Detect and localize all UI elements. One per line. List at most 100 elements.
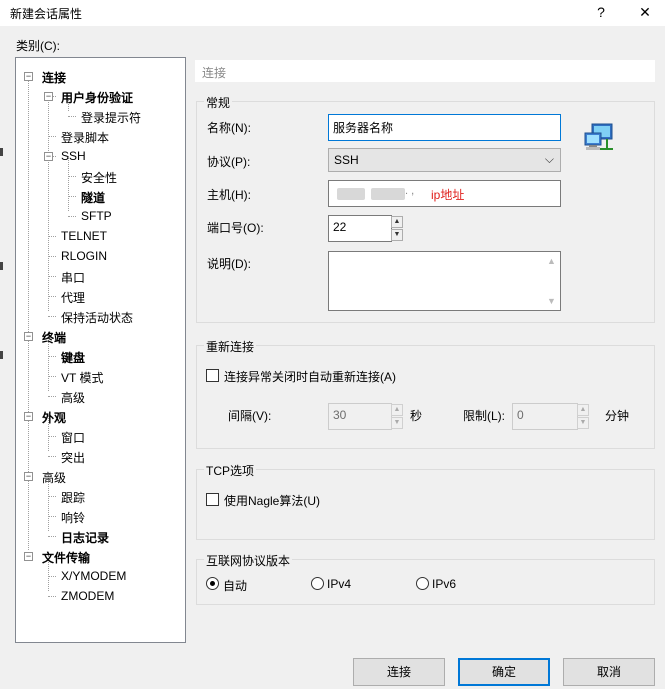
- tree-item[interactable]: 终端: [42, 329, 66, 346]
- description-input[interactable]: ▲ ▼: [328, 251, 561, 311]
- tree-item[interactable]: 高级: [61, 389, 85, 406]
- tree-item[interactable]: 保持活动状态: [61, 309, 133, 326]
- tcp-group-title: TCP选项: [204, 462, 257, 479]
- tree-item[interactable]: 串口: [61, 269, 85, 286]
- tree-collapse-icon[interactable]: −: [24, 332, 33, 341]
- interval-input[interactable]: 30: [328, 403, 392, 430]
- nagle-label[interactable]: 使用Nagle算法(U): [224, 492, 320, 509]
- category-tree[interactable]: − 连接 − 用户身份验证 登录提示符 登录脚本 − SSH 安全性 隧道 SFTP TELNET RL…: [15, 57, 186, 643]
- host-input[interactable]: . , ip地址: [328, 180, 561, 207]
- tree-item[interactable]: 突出: [61, 449, 85, 466]
- close-button[interactable]: ✕: [633, 2, 657, 22]
- tree-collapse-icon[interactable]: −: [24, 412, 33, 421]
- auto-reconnect-checkbox[interactable]: [206, 369, 219, 382]
- protocol-select[interactable]: SSH ⌵: [328, 148, 561, 172]
- tree-item[interactable]: 窗口: [61, 429, 85, 446]
- tree-connector: [48, 376, 56, 377]
- section-header: 连接: [195, 60, 655, 82]
- tree-connector: [68, 156, 69, 211]
- background-window-edge: [0, 351, 3, 359]
- tree-connector: [48, 396, 56, 397]
- host-label: 主机(H):: [207, 188, 251, 202]
- tree-item[interactable]: 日志记录: [61, 529, 109, 546]
- network-computer-icon: [583, 121, 617, 155]
- window-title: 新建会话属性: [10, 7, 83, 21]
- tree-item[interactable]: 隧道: [81, 189, 105, 206]
- tree-item[interactable]: ZMODEM: [61, 589, 114, 603]
- port-input[interactable]: 22: [328, 215, 392, 242]
- ipv6-label[interactable]: IPv6: [432, 577, 456, 591]
- auto-reconnect-label[interactable]: 连接异常关闭时自动重新连接(A): [224, 368, 396, 385]
- protocol-label: 协议(P):: [207, 155, 251, 169]
- tree-collapse-icon[interactable]: −: [24, 552, 33, 561]
- ok-button[interactable]: 确定: [458, 658, 550, 686]
- tree-item[interactable]: 安全性: [81, 169, 117, 186]
- tree-connector: [48, 516, 56, 517]
- tree-item[interactable]: 用户身份验证: [61, 89, 133, 106]
- nagle-checkbox[interactable]: [206, 493, 219, 506]
- category-label: 类别(C):: [16, 39, 60, 53]
- tree-connector: [48, 236, 56, 237]
- tree-item[interactable]: 响铃: [61, 509, 85, 526]
- tree-connector: [48, 436, 56, 437]
- scroll-up-icon: ▲: [547, 256, 556, 266]
- scroll-down-icon: ▼: [547, 296, 556, 306]
- help-button[interactable]: ?: [589, 2, 613, 22]
- redacted-host: [371, 188, 405, 200]
- port-up-button[interactable]: ▲: [391, 216, 403, 228]
- ipv4-label[interactable]: IPv4: [327, 577, 351, 591]
- chevron-down-icon: ⌵: [544, 152, 554, 166]
- tree-item[interactable]: 登录脚本: [61, 129, 109, 146]
- tree-collapse-icon[interactable]: −: [24, 72, 33, 81]
- ipv6-radio[interactable]: [416, 577, 429, 590]
- port-down-button[interactable]: ▼: [391, 229, 403, 241]
- tree-connector: [48, 316, 56, 317]
- reconnect-group-title: 重新连接: [204, 338, 257, 355]
- tree-item[interactable]: 跟踪: [61, 489, 85, 506]
- tree-connector: [48, 456, 56, 457]
- ip-auto-label[interactable]: 自动: [223, 577, 247, 594]
- ip-auto-radio[interactable]: [206, 577, 219, 590]
- tree-item[interactable]: SFTP: [81, 209, 112, 223]
- limit-down-button[interactable]: ▼: [577, 417, 589, 429]
- limit-input[interactable]: 0: [512, 403, 578, 430]
- redacted-host: [337, 188, 365, 200]
- limit-unit: 分钟: [605, 409, 630, 423]
- general-group-title: 常规: [204, 94, 233, 111]
- background-window-edge: [0, 262, 3, 270]
- name-label: 名称(N):: [207, 121, 251, 135]
- reconnect-group: [196, 345, 655, 449]
- tree-item[interactable]: VT 模式: [61, 369, 103, 386]
- cancel-button[interactable]: 取消: [563, 658, 655, 686]
- tree-item[interactable]: 高级: [42, 469, 66, 486]
- ipv4-radio[interactable]: [311, 577, 324, 590]
- description-label: 说明(D):: [207, 257, 251, 271]
- tree-connector: [48, 276, 56, 277]
- interval-down-button[interactable]: ▼: [391, 417, 403, 429]
- tree-collapse-icon[interactable]: −: [24, 472, 33, 481]
- tree-connector: [68, 196, 76, 197]
- limit-up-button[interactable]: ▲: [577, 404, 589, 416]
- tree-item[interactable]: 文件传输: [42, 549, 90, 566]
- tree-item[interactable]: 键盘: [61, 349, 85, 366]
- tree-item[interactable]: 登录提示符: [81, 109, 141, 126]
- tree-item[interactable]: 代理: [61, 289, 85, 306]
- tree-connector: [68, 176, 76, 177]
- connect-button[interactable]: 连接: [353, 658, 445, 686]
- tree-collapse-icon[interactable]: −: [44, 152, 53, 161]
- interval-up-button[interactable]: ▲: [391, 404, 403, 416]
- tree-item[interactable]: 连接: [42, 69, 66, 86]
- tree-collapse-icon[interactable]: −: [44, 92, 53, 101]
- tree-item[interactable]: X/YMODEM: [61, 569, 126, 583]
- protocol-value: SSH: [334, 153, 359, 167]
- name-input[interactable]: 服务器名称: [328, 114, 561, 141]
- interval-label: 间隔(V):: [228, 409, 272, 423]
- description-scrollbar[interactable]: ▲ ▼: [544, 252, 560, 310]
- tree-item[interactable]: TELNET: [61, 229, 107, 243]
- tree-connector: [48, 576, 56, 577]
- tree-connector: [68, 116, 76, 117]
- tree-item[interactable]: SSH: [61, 149, 86, 163]
- tree-item[interactable]: 外观: [42, 409, 66, 426]
- tree-item[interactable]: RLOGIN: [61, 249, 107, 263]
- tree-connector: [48, 136, 56, 137]
